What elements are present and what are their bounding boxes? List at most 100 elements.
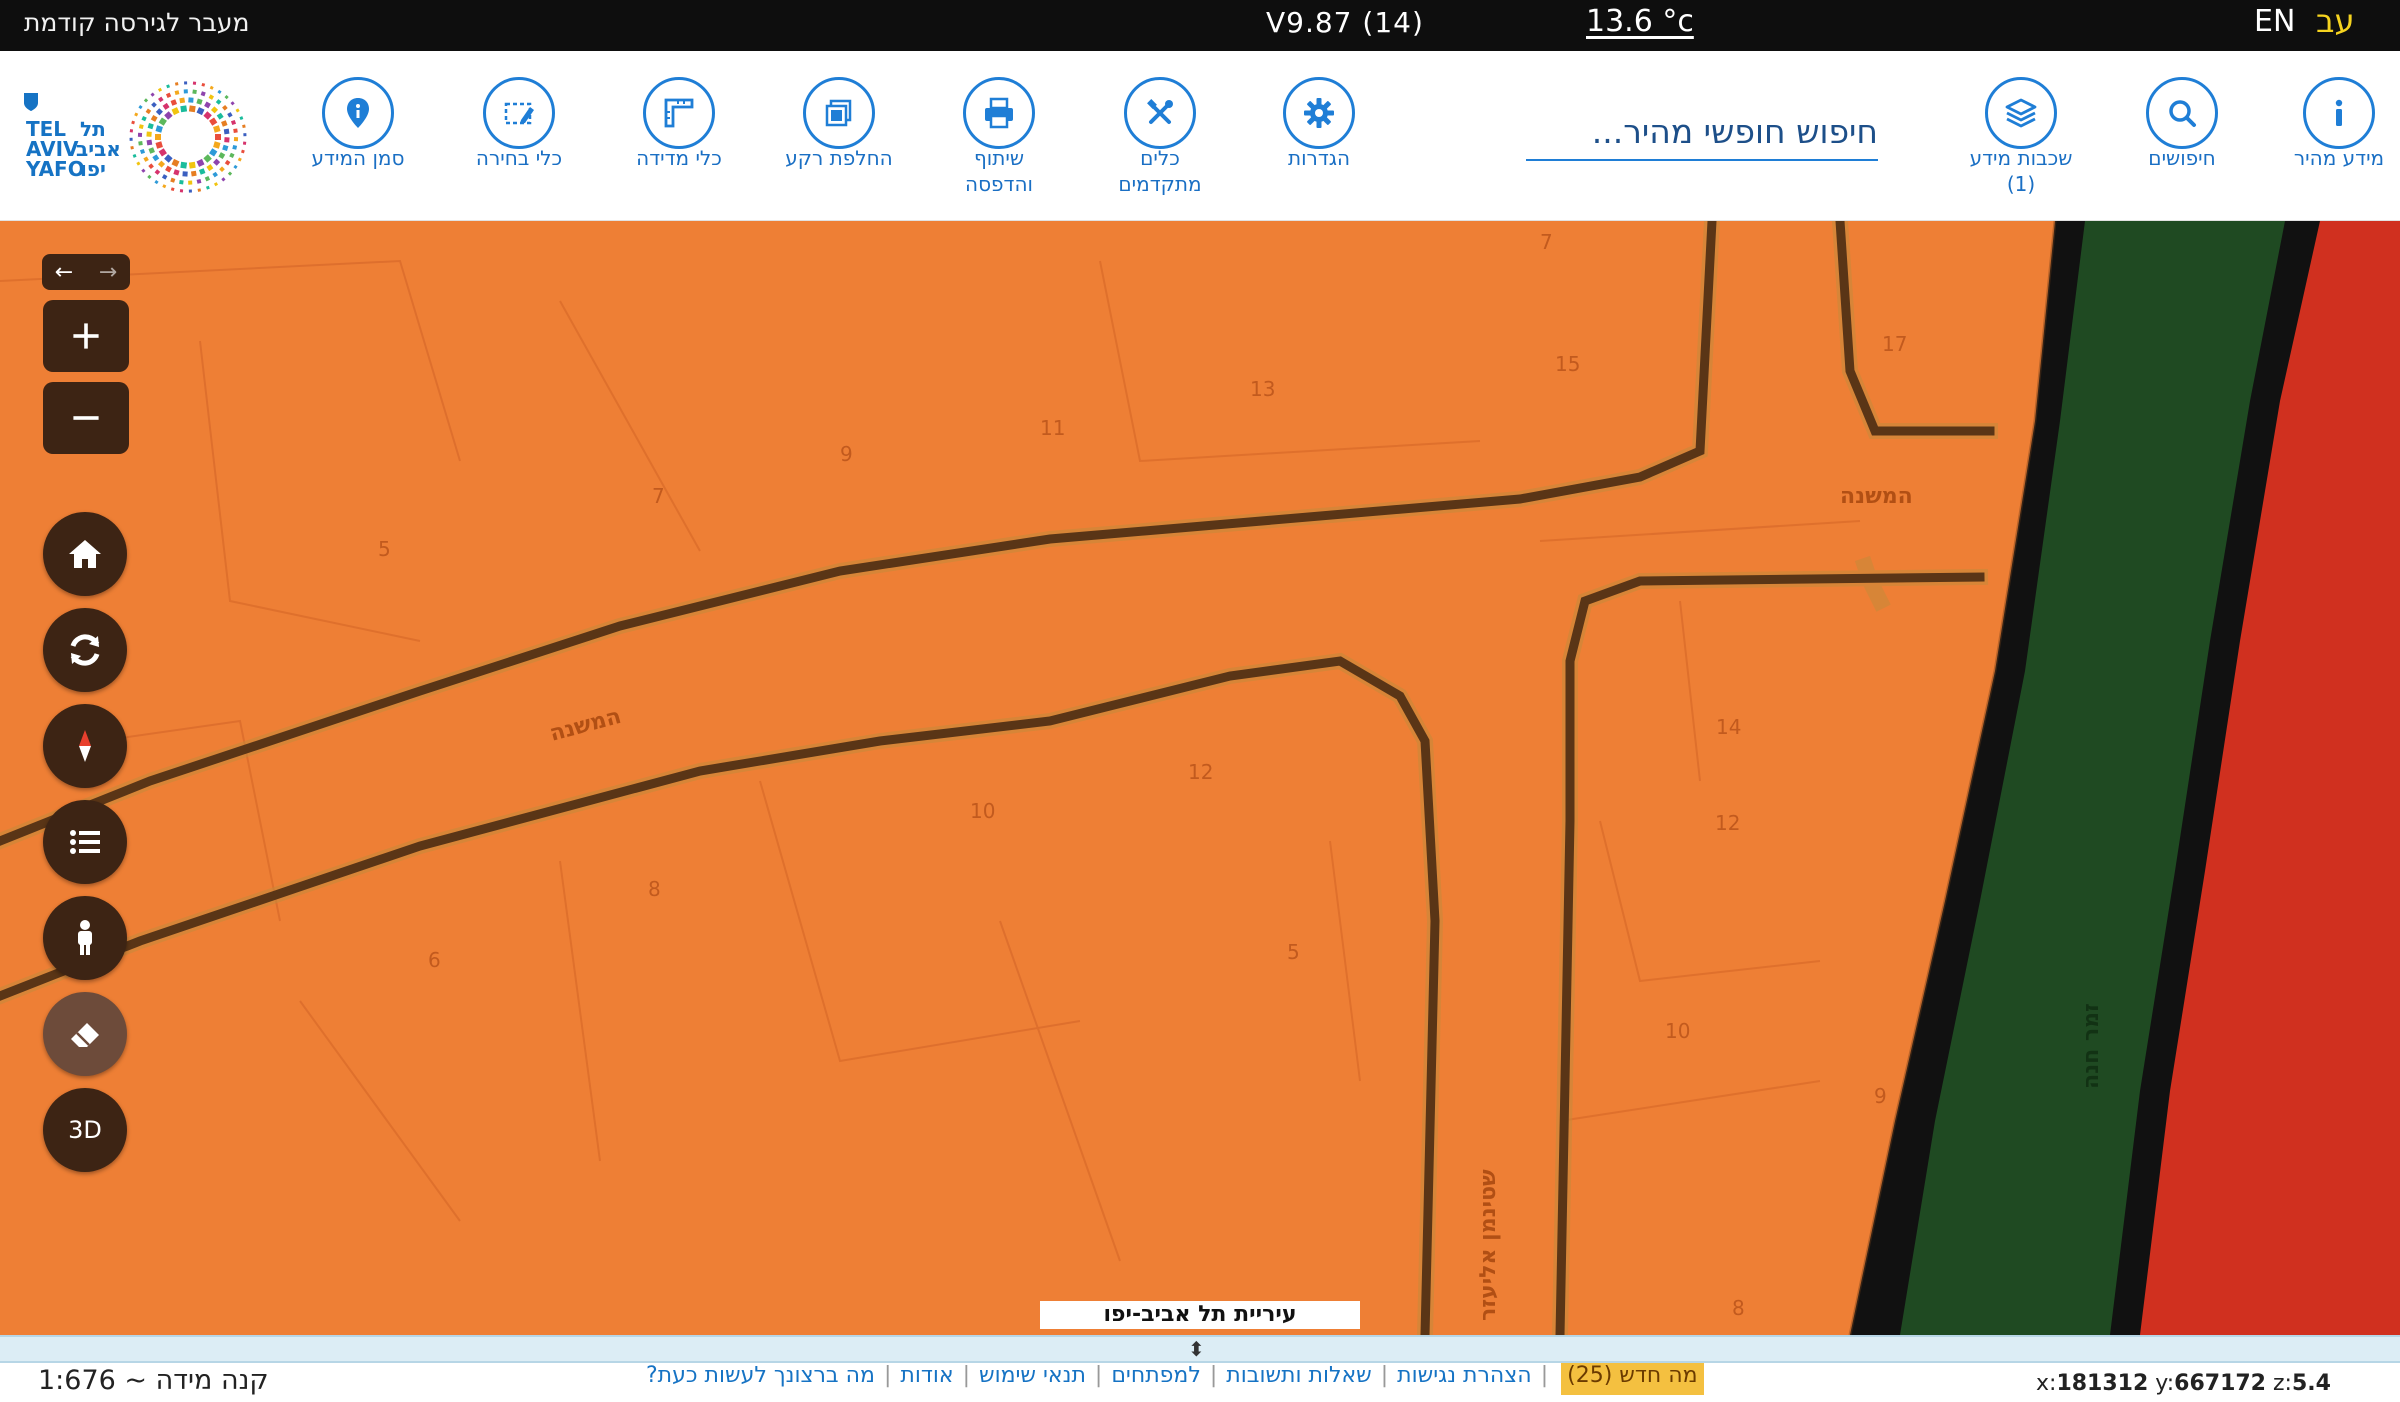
measure-button[interactable]: כלי מדידה [604, 77, 754, 171]
eraser-icon [71, 1023, 99, 1047]
refresh-button[interactable] [43, 608, 127, 692]
quick-search [1526, 103, 1878, 161]
footer-link-terms[interactable]: תנאי שימוש [979, 1363, 1086, 1395]
history-nav: ← → [42, 254, 130, 290]
eraser-button[interactable] [43, 992, 127, 1076]
svg-text:14: 14 [1716, 715, 1741, 739]
whats-new-badge[interactable]: מה חדש (25) [1561, 1363, 1704, 1395]
footer-link-faq[interactable]: שאלות ותשובות [1226, 1363, 1371, 1395]
advanced-tools-button[interactable]: כלים מתקדמים [1085, 77, 1235, 197]
quick-info-button[interactable]: מידע מהיר [2264, 77, 2400, 171]
street-labels: המשנה המשנה זמר חנה שטינמן אליעזר [547, 484, 2104, 1321]
home-button[interactable] [43, 512, 127, 596]
parcel-numbers: 7 13 15 17 11 9 7 5 14 12 12 10 8 6 5 10… [378, 230, 1907, 1320]
footer-separator: | [1540, 1363, 1549, 1388]
forward-arrow-icon[interactable]: → [86, 254, 130, 290]
svg-text:17: 17 [1882, 332, 1907, 356]
svg-text:7: 7 [1540, 230, 1553, 254]
searches-label: חיפושים [2148, 146, 2216, 170]
back-arrow-icon[interactable]: ← [42, 254, 86, 290]
footer-separator: | [1209, 1363, 1218, 1388]
advanced-tools-label-1: כלים [1140, 146, 1180, 170]
lang-en-button[interactable]: EN [2254, 4, 2295, 39]
top-bar: מעבר לגירסה קודמת V9.87 (14) 13.6 °c EN … [0, 0, 2400, 51]
svg-text:8: 8 [1732, 1296, 1745, 1320]
svg-text:9: 9 [1874, 1084, 1887, 1108]
footer-links: מה ברצונך לעשות כעת? | אודות | תנאי שימו… [646, 1363, 1752, 1395]
logo-he-mid: אביב [76, 137, 121, 161]
logo-en-mid: AVIV [26, 137, 79, 161]
temperature-link[interactable]: 13.6 °c [1586, 4, 1694, 39]
info-icon [2303, 77, 2375, 149]
marker-label: סמן המידע [311, 146, 405, 170]
resize-handle-icon[interactable]: ⬍ [1188, 1337, 1205, 1361]
zoom-out-button[interactable] [43, 382, 129, 454]
parcel-lines [0, 259, 1861, 1262]
layers-label: שכבות מידע [1969, 146, 2073, 170]
settings-label: הגדרות [1287, 146, 1351, 170]
compass-icon [79, 730, 91, 762]
svg-text:זמר חנה: זמר חנה [2079, 1003, 2104, 1089]
advanced-tools-label-2: מתקדמים [1118, 172, 1202, 196]
logo-he-bot: יפו [80, 157, 106, 181]
minus-icon [73, 416, 99, 420]
road-lines [0, 221, 1998, 1335]
svg-text:8: 8 [648, 877, 661, 901]
gear-icon [1283, 77, 1355, 149]
svg-text:11: 11 [1040, 416, 1065, 440]
layers-icon [1985, 77, 2057, 149]
lang-he-button[interactable]: עב [2316, 2, 2355, 40]
logo-en-bot: YAFO [26, 157, 85, 181]
quick-search-input[interactable] [1526, 103, 1878, 159]
footer-link-developers[interactable]: למפתחים [1111, 1363, 1201, 1395]
share-print-label-2: והדפסה [965, 172, 1033, 196]
svg-text:6: 6 [428, 948, 441, 972]
svg-text:המשנה: המשנה [547, 704, 624, 747]
footer-separator: | [1094, 1363, 1103, 1388]
compass-button[interactable] [43, 704, 127, 788]
basemap-label: החלפת רקע [785, 146, 893, 170]
svg-text:12: 12 [1188, 760, 1213, 784]
footer-separator: | [883, 1363, 892, 1388]
svg-text:7: 7 [652, 484, 665, 508]
person-icon [78, 920, 92, 955]
footer-link-accessibility[interactable]: הצהרת נגישות [1397, 1363, 1532, 1395]
legend-button[interactable] [43, 800, 127, 884]
select-button[interactable]: כלי בחירה [444, 77, 594, 171]
panel-divider[interactable]: ⬍ [0, 1335, 2400, 1363]
footer-link-about[interactable]: אודות [900, 1363, 953, 1395]
share-print-label-1: שיתוף [973, 146, 1025, 170]
layers-button[interactable]: שכבות מידע (1) [1946, 77, 2096, 197]
marker-button[interactable]: סמן המידע [283, 77, 433, 171]
basemap-icon [803, 77, 875, 149]
footer-separator: | [962, 1363, 970, 1388]
svg-text:5: 5 [378, 537, 391, 561]
layers-count: (1) [2006, 172, 2036, 196]
x-label: x: [2036, 1371, 2057, 1396]
coordinates-readout: x:181312 y:667172 z:5.4 [2036, 1371, 2331, 1396]
footer-link-todo[interactable]: מה ברצונך לעשות כעת? [646, 1363, 875, 1395]
map-canvas: 7 13 15 17 11 9 7 5 14 12 12 10 8 6 5 10… [0, 221, 2400, 1335]
map-view[interactable]: 7 13 15 17 11 9 7 5 14 12 12 10 8 6 5 10… [0, 221, 2400, 1335]
svg-text:13: 13 [1250, 377, 1275, 401]
previous-version-link[interactable]: מעבר לגירסה קודמת [24, 8, 249, 37]
basemap-button[interactable]: החלפת רקע [764, 77, 914, 171]
z-value: 5.4 [2291, 1371, 2331, 1396]
share-print-button[interactable]: שיתוף והדפסה [924, 77, 1074, 197]
map-pin-icon [322, 77, 394, 149]
3d-button[interactable]: 3D [43, 1088, 127, 1172]
quick-info-label: מידע מהיר [2293, 146, 2385, 170]
logo-en-top: TEL [26, 117, 67, 141]
settings-button[interactable]: הגדרות [1244, 77, 1394, 171]
z-label: z: [2273, 1371, 2292, 1396]
svg-text:10: 10 [970, 799, 995, 823]
x-value: 181312 [2056, 1371, 2149, 1396]
footer: קנה מידה ~ 1:676 מה ברצונך לעשות כעת? | … [0, 1363, 2400, 1402]
zoom-in-button[interactable] [43, 300, 129, 372]
street-view-button[interactable] [43, 896, 127, 980]
searches-button[interactable]: חיפושים [2107, 77, 2257, 171]
select-label: כלי בחירה [475, 146, 563, 170]
tel-aviv-logo[interactable]: TEL AVIV YAFO תל אביב יפו [20, 75, 250, 199]
svg-text:12: 12 [1715, 811, 1740, 835]
svg-text:10: 10 [1665, 1019, 1690, 1043]
